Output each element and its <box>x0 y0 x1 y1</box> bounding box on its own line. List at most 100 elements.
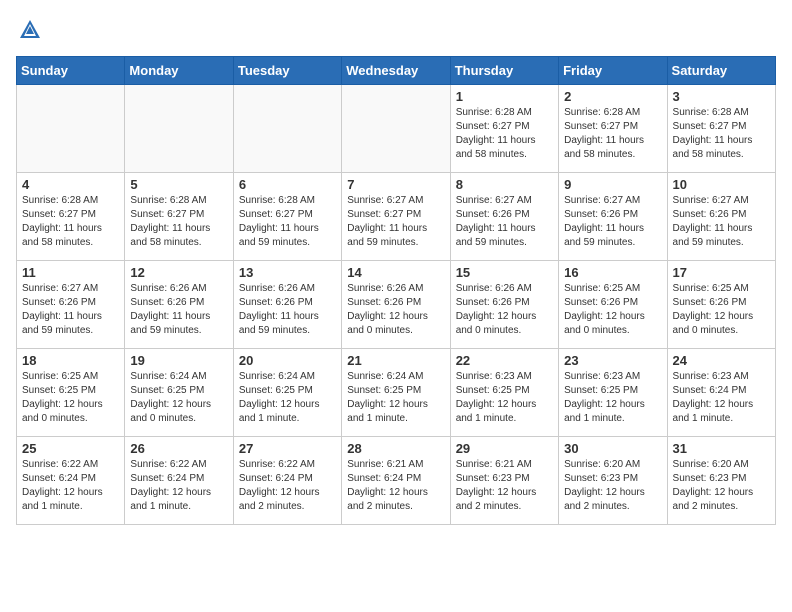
day-number: 2 <box>564 89 661 104</box>
day-number: 14 <box>347 265 444 280</box>
day-number: 18 <box>22 353 119 368</box>
day-info: Sunrise: 6:26 AM Sunset: 6:26 PM Dayligh… <box>239 282 336 338</box>
day-number: 3 <box>673 89 770 104</box>
day-info: Sunrise: 6:27 AM Sunset: 6:26 PM Dayligh… <box>22 282 119 338</box>
day-info: Sunrise: 6:27 AM Sunset: 6:26 PM Dayligh… <box>673 194 770 250</box>
day-info: Sunrise: 6:28 AM Sunset: 6:27 PM Dayligh… <box>22 194 119 250</box>
day-info: Sunrise: 6:24 AM Sunset: 6:25 PM Dayligh… <box>130 370 227 426</box>
day-info: Sunrise: 6:26 AM Sunset: 6:26 PM Dayligh… <box>456 282 553 338</box>
day-info: Sunrise: 6:26 AM Sunset: 6:26 PM Dayligh… <box>130 282 227 338</box>
calendar-cell: 2 Sunrise: 6:28 AM Sunset: 6:27 PM Daylig… <box>559 85 667 173</box>
calendar-cell: 5Sunrise: 6:28 AM Sunset: 6:27 PM Daylig… <box>125 173 233 261</box>
day-number: 4 <box>22 177 119 192</box>
day-info: Sunrise: 6:21 AM Sunset: 6:24 PM Dayligh… <box>347 458 444 514</box>
day-info: Sunrise: 6:22 AM Sunset: 6:24 PM Dayligh… <box>130 458 227 514</box>
day-number: 26 <box>130 441 227 456</box>
calendar-cell: 22Sunrise: 6:23 AM Sunset: 6:25 PM Dayli… <box>450 349 558 437</box>
day-info: Sunrise: 6:22 AM Sunset: 6:24 PM Dayligh… <box>22 458 119 514</box>
day-number: 12 <box>130 265 227 280</box>
calendar-cell: 14 Sunrise: 6:26 AM Sunset: 6:26 PM Dayli… <box>342 261 450 349</box>
day-header-friday: Friday <box>559 57 667 85</box>
calendar-cell: 28Sunrise: 6:21 AM Sunset: 6:24 PM Dayli… <box>342 437 450 525</box>
day-number: 23 <box>564 353 661 368</box>
day-info: Sunrise: 6:21 AM Sunset: 6:23 PM Dayligh… <box>456 458 553 514</box>
calendar-cell: 23Sunrise: 6:23 AM Sunset: 6:25 PM Dayli… <box>559 349 667 437</box>
day-info: Sunrise: 6:28 AM Sunset: 6:27 PM Dayligh… <box>673 106 770 162</box>
day-number: 5 <box>130 177 227 192</box>
calendar-cell: 3 Sunrise: 6:28 AM Sunset: 6:27 PM Daylig… <box>667 85 775 173</box>
day-number: 13 <box>239 265 336 280</box>
calendar-cell <box>233 85 341 173</box>
day-info: Sunrise: 6:23 AM Sunset: 6:25 PM Dayligh… <box>456 370 553 426</box>
page-header <box>16 16 776 44</box>
calendar-cell: 29 Sunrise: 6:21 AM Sunset: 6:23 PM Dayli… <box>450 437 558 525</box>
day-number: 31 <box>673 441 770 456</box>
calendar-cell: 30 Sunrise: 6:20 AM Sunset: 6:23 PM Dayli… <box>559 437 667 525</box>
day-number: 7 <box>347 177 444 192</box>
day-number: 17 <box>673 265 770 280</box>
calendar-cell: 10Sunrise: 6:27 AM Sunset: 6:26 PM Dayli… <box>667 173 775 261</box>
day-info: Sunrise: 6:25 AM Sunset: 6:25 PM Dayligh… <box>22 370 119 426</box>
day-info: Sunrise: 6:22 AM Sunset: 6:24 PM Dayligh… <box>239 458 336 514</box>
calendar-cell: 17 Sunrise: 6:25 AM Sunset: 6:26 PM Dayli… <box>667 261 775 349</box>
calendar-cell: 8Sunrise: 6:27 AM Sunset: 6:26 PM Daylig… <box>450 173 558 261</box>
day-info: Sunrise: 6:26 AM Sunset: 6:26 PM Dayligh… <box>347 282 444 338</box>
day-number: 8 <box>456 177 553 192</box>
day-info: Sunrise: 6:28 AM Sunset: 6:27 PM Dayligh… <box>564 106 661 162</box>
day-info: Sunrise: 6:20 AM Sunset: 6:23 PM Dayligh… <box>673 458 770 514</box>
day-number: 27 <box>239 441 336 456</box>
day-info: Sunrise: 6:24 AM Sunset: 6:25 PM Dayligh… <box>239 370 336 426</box>
day-number: 24 <box>673 353 770 368</box>
day-number: 9 <box>564 177 661 192</box>
day-info: Sunrise: 6:28 AM Sunset: 6:27 PM Dayligh… <box>456 106 553 162</box>
day-number: 29 <box>456 441 553 456</box>
day-info: Sunrise: 6:27 AM Sunset: 6:27 PM Dayligh… <box>347 194 444 250</box>
day-info: Sunrise: 6:24 AM Sunset: 6:25 PM Dayligh… <box>347 370 444 426</box>
calendar-cell: 15Sunrise: 6:26 AM Sunset: 6:26 PM Dayli… <box>450 261 558 349</box>
day-number: 30 <box>564 441 661 456</box>
day-header-sunday: Sunday <box>17 57 125 85</box>
calendar-cell: 18 Sunrise: 6:25 AM Sunset: 6:25 PM Dayli… <box>17 349 125 437</box>
logo <box>16 16 46 44</box>
day-info: Sunrise: 6:28 AM Sunset: 6:27 PM Dayligh… <box>239 194 336 250</box>
day-number: 16 <box>564 265 661 280</box>
day-info: Sunrise: 6:23 AM Sunset: 6:24 PM Dayligh… <box>673 370 770 426</box>
day-number: 1 <box>456 89 553 104</box>
calendar-cell: 7 Sunrise: 6:27 AM Sunset: 6:27 PM Daylig… <box>342 173 450 261</box>
calendar-cell <box>17 85 125 173</box>
day-header-saturday: Saturday <box>667 57 775 85</box>
day-number: 19 <box>130 353 227 368</box>
week-row-5: 25 Sunrise: 6:22 AM Sunset: 6:24 PM Dayli… <box>17 437 776 525</box>
calendar-cell: 31 Sunrise: 6:20 AM Sunset: 6:23 PM Dayli… <box>667 437 775 525</box>
calendar-cell: 12 Sunrise: 6:26 AM Sunset: 6:26 PM Dayli… <box>125 261 233 349</box>
day-info: Sunrise: 6:20 AM Sunset: 6:23 PM Dayligh… <box>564 458 661 514</box>
calendar-cell: 4 Sunrise: 6:28 AM Sunset: 6:27 PM Daylig… <box>17 173 125 261</box>
week-row-3: 11 Sunrise: 6:27 AM Sunset: 6:26 PM Dayli… <box>17 261 776 349</box>
day-header-thursday: Thursday <box>450 57 558 85</box>
day-header-wednesday: Wednesday <box>342 57 450 85</box>
calendar-cell <box>342 85 450 173</box>
day-number: 25 <box>22 441 119 456</box>
day-number: 21 <box>347 353 444 368</box>
calendar-cell: 1 Sunrise: 6:28 AM Sunset: 6:27 PM Daylig… <box>450 85 558 173</box>
calendar-cell: 21 Sunrise: 6:24 AM Sunset: 6:25 PM Dayli… <box>342 349 450 437</box>
week-row-4: 18 Sunrise: 6:25 AM Sunset: 6:25 PM Dayli… <box>17 349 776 437</box>
day-info: Sunrise: 6:25 AM Sunset: 6:26 PM Dayligh… <box>564 282 661 338</box>
calendar-cell: 27 Sunrise: 6:22 AM Sunset: 6:24 PM Dayli… <box>233 437 341 525</box>
calendar-cell: 6 Sunrise: 6:28 AM Sunset: 6:27 PM Daylig… <box>233 173 341 261</box>
calendar-cell: 9 Sunrise: 6:27 AM Sunset: 6:26 PM Daylig… <box>559 173 667 261</box>
week-row-1: 1 Sunrise: 6:28 AM Sunset: 6:27 PM Daylig… <box>17 85 776 173</box>
week-row-2: 4 Sunrise: 6:28 AM Sunset: 6:27 PM Daylig… <box>17 173 776 261</box>
logo-icon <box>16 16 44 44</box>
calendar-cell: 13 Sunrise: 6:26 AM Sunset: 6:26 PM Dayli… <box>233 261 341 349</box>
calendar-cell <box>125 85 233 173</box>
day-info: Sunrise: 6:25 AM Sunset: 6:26 PM Dayligh… <box>673 282 770 338</box>
calendar-cell: 24 Sunrise: 6:23 AM Sunset: 6:24 PM Dayli… <box>667 349 775 437</box>
calendar-cell: 26 Sunrise: 6:22 AM Sunset: 6:24 PM Dayli… <box>125 437 233 525</box>
day-header-monday: Monday <box>125 57 233 85</box>
day-number: 6 <box>239 177 336 192</box>
calendar-cell: 16 Sunrise: 6:25 AM Sunset: 6:26 PM Dayli… <box>559 261 667 349</box>
day-info: Sunrise: 6:27 AM Sunset: 6:26 PM Dayligh… <box>564 194 661 250</box>
day-number: 11 <box>22 265 119 280</box>
calendar-header-row: SundayMondayTuesdayWednesdayThursdayFrid… <box>17 57 776 85</box>
